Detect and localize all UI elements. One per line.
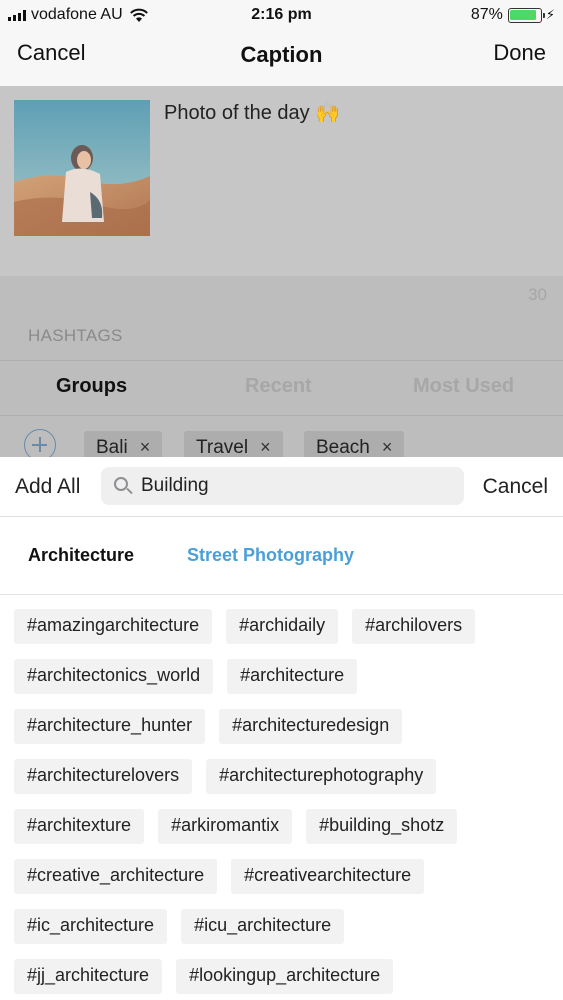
character-count: 30	[528, 285, 547, 304]
hashtag-chip[interactable]: #archilovers	[352, 609, 476, 644]
hashtag-row: #architecture_hunter #architecturedesign	[14, 709, 403, 744]
search-field[interactable]	[101, 467, 464, 505]
group-chip-bali[interactable]: Bali ×	[84, 431, 163, 457]
hashtag-chip[interactable]: #architecturedesign	[219, 709, 403, 744]
group-chip-label: Beach	[316, 437, 370, 457]
hashtags-section-label: HASHTAGS	[28, 326, 123, 345]
hashtag-chip[interactable]: #architecturelovers	[14, 759, 193, 794]
hashtag-chip[interactable]: #architexture	[14, 809, 145, 844]
hashtag-chip[interactable]: #arkiromantix	[158, 809, 293, 844]
hashtag-row: #ic_architecture #icu_architecture	[14, 909, 345, 944]
hashtag-chip[interactable]: #lookingup_architecture	[176, 959, 394, 994]
hashtag-chip[interactable]: #icu_architecture	[181, 909, 345, 944]
charging-bolt-icon: ⚡	[545, 7, 555, 22]
battery-level	[510, 10, 536, 20]
hashtag-row: #architectonics_world #architecture	[14, 659, 358, 694]
category-street-photography[interactable]: Street Photography	[187, 545, 354, 566]
battery-icon	[507, 7, 545, 23]
category-architecture[interactable]: Architecture	[28, 545, 134, 566]
remove-icon[interactable]: ×	[382, 437, 393, 457]
group-chip-label: Bali	[96, 437, 128, 457]
hashtag-chip[interactable]: #architecture	[227, 659, 358, 694]
caption-text[interactable]: Photo of the day 🙌	[164, 100, 340, 125]
hashtag-chip[interactable]: #architectonics_world	[14, 659, 214, 694]
hashtag-tabs: Groups Recent Most Used	[0, 360, 563, 416]
add-all-button[interactable]: Add All	[15, 475, 80, 499]
hashtag-chip[interactable]: #jj_architecture	[14, 959, 163, 994]
hashtag-chip[interactable]: #creative_architecture	[14, 859, 218, 894]
hashtag-groups-row: Bali × Travel × Beach ×	[0, 417, 563, 457]
post-photo-thumbnail[interactable]	[14, 100, 150, 236]
hashtag-chip[interactable]: #architecture_hunter	[14, 709, 206, 744]
hashtag-row: #jj_architecture #lookingup_architecture	[14, 959, 394, 994]
cancel-button[interactable]: Cancel	[17, 40, 85, 66]
search-cancel-button[interactable]: Cancel	[483, 475, 548, 499]
status-right: 87% ⚡	[471, 6, 555, 24]
remove-icon[interactable]: ×	[140, 437, 151, 457]
search-icon	[114, 477, 128, 491]
search-input[interactable]	[141, 467, 451, 505]
group-chip-travel[interactable]: Travel ×	[184, 431, 283, 457]
group-chip-beach[interactable]: Beach ×	[304, 431, 405, 457]
hashtag-chip[interactable]: #building_shotz	[306, 809, 458, 844]
done-button[interactable]: Done	[493, 40, 546, 66]
nav-bar: Cancel Caption Done	[0, 30, 563, 86]
battery-percent: 87%	[470, 6, 503, 23]
hashtag-row: #amazingarchitecture #archidaily #archil…	[14, 609, 476, 644]
hashtag-row: #architexture #arkiromantix #building_sh…	[14, 809, 458, 844]
status-bar: vodafone AU 2:16 pm 87% ⚡	[0, 0, 563, 30]
hashtag-chip[interactable]: #creativearchitecture	[231, 859, 425, 894]
tab-groups[interactable]: Groups	[56, 375, 127, 398]
tab-recent[interactable]: Recent	[245, 375, 312, 398]
dimmed-caption-editor: Photo of the day 🙌 30 HASHTAGS Groups Re…	[0, 86, 563, 457]
add-group-icon[interactable]	[24, 429, 56, 457]
category-tabs: Architecture Street Photography	[0, 517, 563, 595]
hashtag-row: #creative_architecture #creativearchitec…	[14, 859, 425, 894]
hashtag-chip[interactable]: #architecturephotography	[206, 759, 437, 794]
hashtag-search-bar: Add All Cancel	[0, 457, 563, 517]
hashtag-chip[interactable]: #amazingarchitecture	[14, 609, 213, 644]
remove-icon[interactable]: ×	[260, 437, 271, 457]
hashtag-suggestions: #amazingarchitecture #archidaily #archil…	[0, 595, 563, 1000]
hashtag-row: #architecturelovers #architecturephotogr…	[14, 759, 437, 794]
group-chip-label: Travel	[196, 437, 249, 457]
hashtag-chip[interactable]: #ic_architecture	[14, 909, 168, 944]
tab-most-used[interactable]: Most Used	[413, 375, 514, 398]
hashtag-chip[interactable]: #archidaily	[226, 609, 339, 644]
caption-panel: Photo of the day 🙌	[0, 86, 563, 276]
